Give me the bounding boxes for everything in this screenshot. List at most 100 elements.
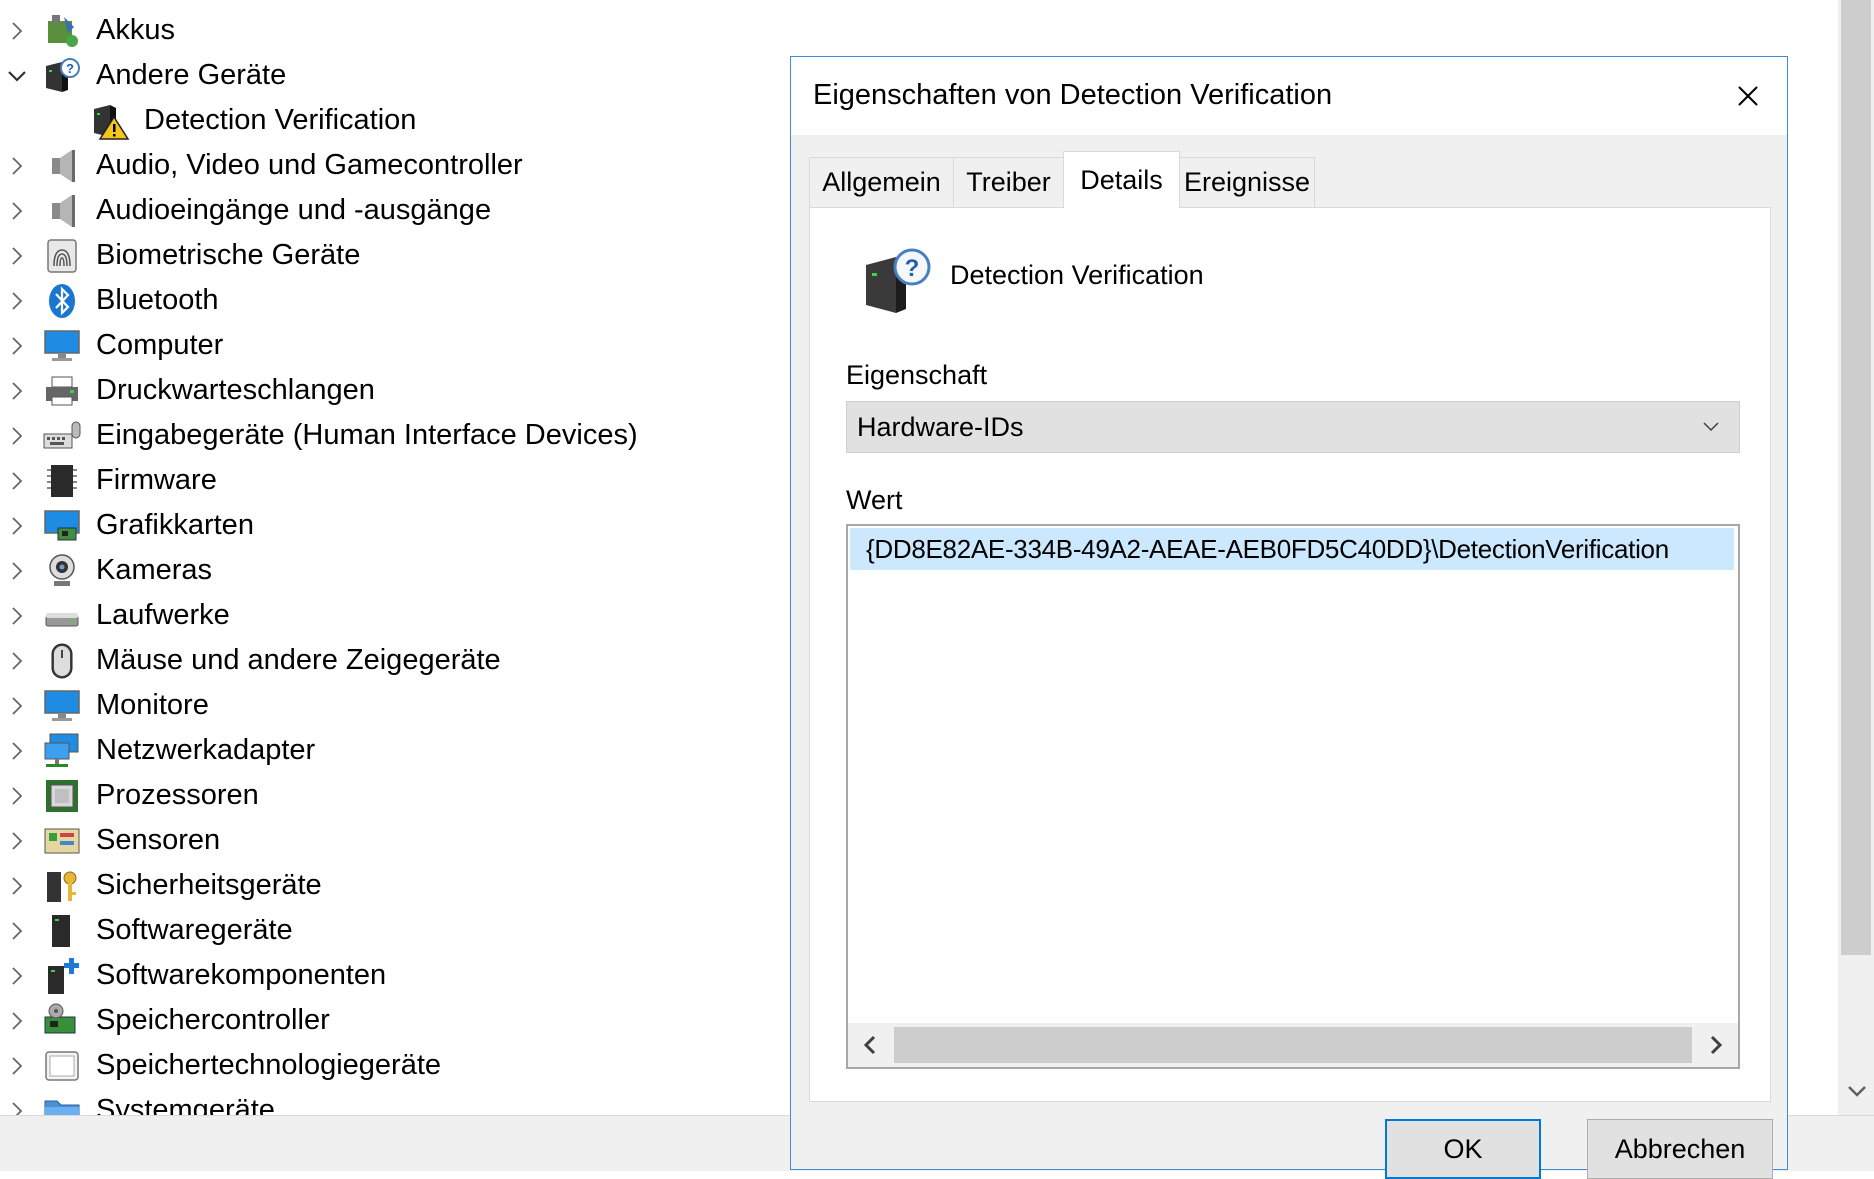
tree-item[interactable]: Mäuse und andere Zeigegeräte xyxy=(0,638,780,683)
close-button[interactable] xyxy=(1727,75,1769,117)
tree-scroll-thumb[interactable] xyxy=(1841,0,1871,955)
horizontal-scroll-thumb[interactable] xyxy=(894,1027,1692,1063)
property-dropdown[interactable]: Hardware-IDs xyxy=(846,401,1740,453)
dialog-titlebar[interactable]: Eigenschaften von Detection Verification xyxy=(791,57,1787,135)
tree-item-label: Akkus xyxy=(96,14,175,46)
tree-item[interactable]: Softwaregeräte xyxy=(0,908,780,953)
tab-details[interactable]: Details xyxy=(1063,151,1180,208)
tree-item-label: Druckwarteschlangen xyxy=(96,374,375,406)
chevron-right-icon[interactable] xyxy=(6,380,28,402)
chevron-right-icon[interactable] xyxy=(6,470,28,492)
chevron-right-icon[interactable] xyxy=(6,1055,28,1077)
display-adapter-icon xyxy=(44,509,80,540)
chevron-right-icon[interactable] xyxy=(6,155,28,177)
close-icon xyxy=(1738,86,1758,106)
tree-item[interactable]: Speichertechnologiegeräte xyxy=(0,1043,780,1088)
tree-item-label: Biometrische Geräte xyxy=(96,239,361,271)
chevron-right-icon[interactable] xyxy=(6,650,28,672)
sensor-icon xyxy=(44,828,80,853)
chevron-right-icon[interactable] xyxy=(6,200,28,222)
warning-device-icon xyxy=(94,104,130,140)
value-label: Wert xyxy=(846,485,903,515)
tree-item-label: Softwaregeräte xyxy=(96,914,293,946)
chevron-right-icon[interactable] xyxy=(6,1100,28,1116)
chevron-right-icon[interactable] xyxy=(6,920,28,942)
chevron-down-icon[interactable] xyxy=(6,65,28,87)
tree-item[interactable]: Biometrische Geräte xyxy=(0,233,780,278)
system-folder-icon xyxy=(44,1100,80,1115)
tree-item-label: Systemgeräte xyxy=(96,1094,275,1115)
tree-item[interactable]: Bluetooth xyxy=(0,278,780,323)
fingerprint-icon xyxy=(47,238,77,273)
software-device-icon xyxy=(52,914,70,947)
tree-item-label: Prozessoren xyxy=(96,779,259,811)
network-icon xyxy=(44,733,79,767)
properties-dialog: Eigenschaften von Detection Verification… xyxy=(790,56,1788,1179)
tab-ereignisse[interactable]: Ereignisse xyxy=(1179,157,1315,207)
chevron-right-icon[interactable] xyxy=(6,515,28,537)
tree-item-label: Speichercontroller xyxy=(96,1004,330,1036)
speaker-icon xyxy=(52,149,75,182)
tree-vertical-scrollbar[interactable] xyxy=(1838,0,1874,1115)
tab-allgemein[interactable]: Allgemein xyxy=(809,157,954,207)
tree-item-child[interactable]: Detection Verification xyxy=(0,98,780,143)
chevron-right-icon[interactable] xyxy=(6,245,28,267)
scroll-down-icon[interactable] xyxy=(1846,1080,1868,1102)
tree-item[interactable]: Laufwerke xyxy=(0,593,780,638)
tree-item-label: Firmware xyxy=(96,464,217,496)
tree-item[interactable]: Eingabegeräte (Human Interface Devices) xyxy=(0,413,780,458)
keyboard-icon xyxy=(43,421,81,448)
tree-item[interactable]: Grafikkarten xyxy=(0,503,780,548)
tree-item[interactable]: Audioeingänge und -ausgänge xyxy=(0,188,780,233)
chevron-right-icon[interactable] xyxy=(6,425,28,447)
tree-item-label: Kameras xyxy=(96,554,213,586)
tree-item[interactable]: ? Andere Geräte xyxy=(0,53,780,98)
chevron-right-icon[interactable] xyxy=(6,560,28,582)
chevron-right-icon[interactable] xyxy=(6,830,28,852)
scroll-right-icon[interactable] xyxy=(1704,1033,1728,1057)
chevron-right-icon[interactable] xyxy=(6,965,28,987)
tree-item[interactable]: Prozessoren xyxy=(0,773,780,818)
tree-item-label: Softwarekomponenten xyxy=(96,959,387,991)
tree-item[interactable]: Netzwerkadapter xyxy=(0,728,780,773)
tree-item[interactable]: Sicherheitsgeräte xyxy=(0,863,780,908)
tree-item[interactable]: Speichercontroller xyxy=(0,998,780,1043)
value-horizontal-scrollbar[interactable] xyxy=(848,1023,1738,1067)
chevron-right-icon[interactable] xyxy=(6,20,28,42)
tree-item[interactable]: Sensoren xyxy=(0,818,780,863)
tab-treiber[interactable]: Treiber xyxy=(953,157,1064,207)
tree-item[interactable]: Systemgeräte xyxy=(0,1088,780,1115)
chevron-right-icon[interactable] xyxy=(6,335,28,357)
ok-button[interactable]: OK xyxy=(1385,1119,1541,1179)
list-item[interactable]: {DD8E82AE-334B-49A2-AEAE-AEB0FD5C40DD}\D… xyxy=(850,528,1734,570)
processor-icon xyxy=(46,779,78,812)
value-listbox[interactable]: {DD8E82AE-334B-49A2-AEAE-AEB0FD5C40DD}\D… xyxy=(846,524,1740,1069)
chip-icon xyxy=(47,464,77,497)
drive-icon xyxy=(45,612,79,626)
chevron-right-icon[interactable] xyxy=(6,605,28,627)
tree-item[interactable]: Monitore xyxy=(0,683,780,728)
tree-item-label: Mäuse und andere Zeigegeräte xyxy=(96,644,501,676)
tree-item[interactable]: Akkus xyxy=(0,8,780,53)
printer-icon xyxy=(46,376,78,405)
chevron-right-icon[interactable] xyxy=(6,290,28,312)
property-label: Eigenschaft xyxy=(846,360,988,390)
tree-item[interactable]: Druckwarteschlangen xyxy=(0,368,780,413)
tree-item[interactable]: Kameras xyxy=(0,548,780,593)
tree-item-label: Netzwerkadapter xyxy=(96,734,316,766)
device-tree[interactable]: Akkus ? Andere Geräte Detection Verificatio… xyxy=(0,0,790,1115)
chevron-right-icon[interactable] xyxy=(6,1010,28,1032)
storage-controller-icon xyxy=(44,1003,76,1033)
tree-item-label: Bluetooth xyxy=(96,284,219,316)
tree-item[interactable]: Audio, Video und Gamecontroller xyxy=(0,143,780,188)
chevron-right-icon[interactable] xyxy=(6,875,28,897)
scroll-left-icon[interactable] xyxy=(858,1033,882,1057)
tree-item[interactable]: Softwarekomponenten xyxy=(0,953,780,998)
tree-item[interactable]: Computer xyxy=(0,323,780,368)
svg-text:?: ? xyxy=(905,255,920,282)
cancel-button[interactable]: Abbrechen xyxy=(1587,1119,1773,1179)
chevron-right-icon[interactable] xyxy=(6,695,28,717)
chevron-right-icon[interactable] xyxy=(6,740,28,762)
chevron-right-icon[interactable] xyxy=(6,785,28,807)
tree-item[interactable]: Firmware xyxy=(0,458,780,503)
